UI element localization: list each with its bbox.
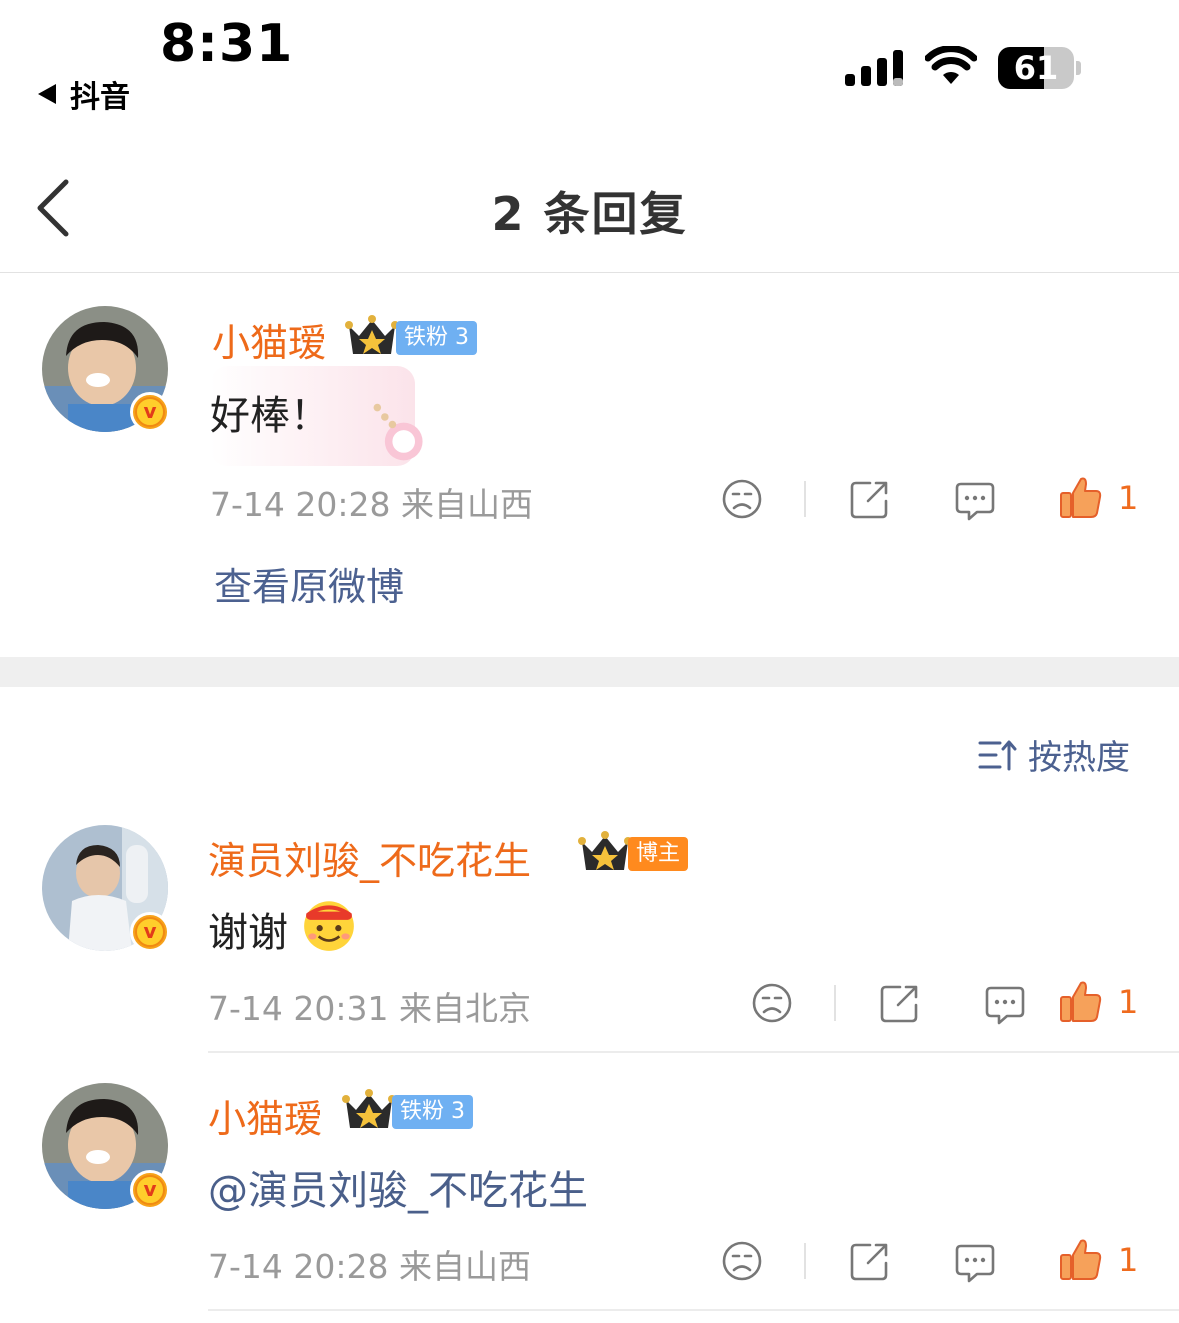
section-divider xyxy=(0,657,1179,687)
reply-time-location: 7-14 20:28 来自山西 xyxy=(208,1247,531,1286)
crown-icon xyxy=(345,315,399,354)
sort-icon xyxy=(978,740,1017,770)
share-icon[interactable] xyxy=(878,981,922,1025)
like-count: 1 xyxy=(1118,983,1139,1021)
reply-mention-text[interactable]: @演员刘骏_不吃花生 xyxy=(208,1158,588,1216)
fan-level-tag: 铁粉 3 xyxy=(396,321,477,355)
status-time: 8:31 xyxy=(160,14,294,74)
battery-indicator: 61 xyxy=(998,47,1082,89)
host-tag: 博主 xyxy=(628,837,689,871)
like-thumb-icon[interactable] xyxy=(1058,1237,1102,1281)
crown-icon xyxy=(578,831,632,870)
verified-badge-icon: v xyxy=(130,392,170,432)
comment-time-location: 7-14 20:28 来自山西 xyxy=(210,485,533,524)
battery-percent: 61 xyxy=(1013,49,1059,87)
nav-bar: 2 条回复 xyxy=(0,140,1179,273)
reply-username[interactable]: 小猫瑷 xyxy=(208,1088,322,1143)
dislike-face-icon[interactable] xyxy=(720,477,764,521)
reply-comment-icon[interactable] xyxy=(953,1240,997,1284)
fan-level-tag: 铁粉 3 xyxy=(392,1095,473,1129)
like-thumb-icon[interactable] xyxy=(1058,475,1102,519)
grin-emoji-icon xyxy=(304,901,354,951)
like-count: 1 xyxy=(1118,1241,1139,1279)
battery-body: 61 xyxy=(998,47,1074,89)
comment-username[interactable]: 小猫瑷 xyxy=(212,312,326,367)
reply-text: 谢谢 xyxy=(208,910,288,956)
status-bar: 8:31 抖音 61 xyxy=(0,0,1179,130)
cellular-signal-icon xyxy=(845,50,903,86)
comment-text: 好棒！ xyxy=(210,393,330,439)
reply-username[interactable]: 演员刘骏_不吃花生 xyxy=(208,830,531,885)
reply-divider xyxy=(208,1309,1179,1311)
battery-nub xyxy=(1076,61,1081,75)
view-original-weibo-link[interactable]: 查看原微博 xyxy=(214,556,404,611)
dislike-face-icon[interactable] xyxy=(720,1239,764,1283)
dislike-face-icon[interactable] xyxy=(750,981,794,1025)
like-count: 1 xyxy=(1118,479,1139,517)
sort-label: 按热度 xyxy=(1028,738,1130,778)
share-icon[interactable] xyxy=(848,1239,892,1283)
sort-by-hot-button[interactable]: 按热度 xyxy=(978,730,1130,779)
reply-divider xyxy=(208,1051,1179,1053)
page-title: 2 条回复 xyxy=(491,187,688,241)
action-divider xyxy=(834,985,836,1021)
reply-comment-icon[interactable] xyxy=(953,478,997,522)
back-triangle-icon xyxy=(38,84,56,104)
action-divider xyxy=(804,481,806,517)
charm-sticker-icon xyxy=(373,403,423,461)
wifi-icon xyxy=(925,46,977,84)
reply-time-location: 7-14 20:31 来自北京 xyxy=(208,989,531,1028)
verified-badge-icon: v xyxy=(130,1170,170,1210)
reply-comment-icon[interactable] xyxy=(983,982,1027,1026)
action-divider xyxy=(804,1243,806,1279)
back-app-label: 抖音 xyxy=(70,80,130,115)
share-icon[interactable] xyxy=(848,477,892,521)
like-thumb-icon[interactable] xyxy=(1058,979,1102,1023)
verified-badge-icon: v xyxy=(130,912,170,952)
back-to-app-button[interactable]: 抖音 xyxy=(38,72,130,116)
crown-icon xyxy=(342,1089,396,1128)
